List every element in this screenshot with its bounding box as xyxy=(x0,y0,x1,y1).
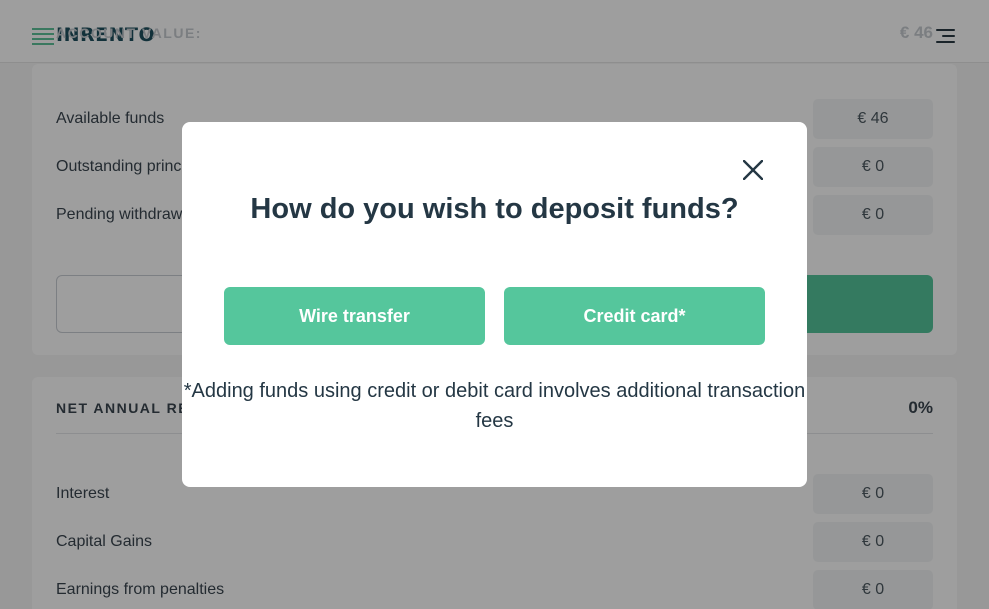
card-fee-note: *Adding funds using credit or debit card… xyxy=(183,380,806,432)
modal-title: How do you wish to deposit funds? xyxy=(250,193,739,225)
credit-card-button[interactable]: Credit card* xyxy=(504,287,765,345)
wire-transfer-button[interactable]: Wire transfer xyxy=(224,287,485,345)
close-icon[interactable] xyxy=(742,159,764,181)
